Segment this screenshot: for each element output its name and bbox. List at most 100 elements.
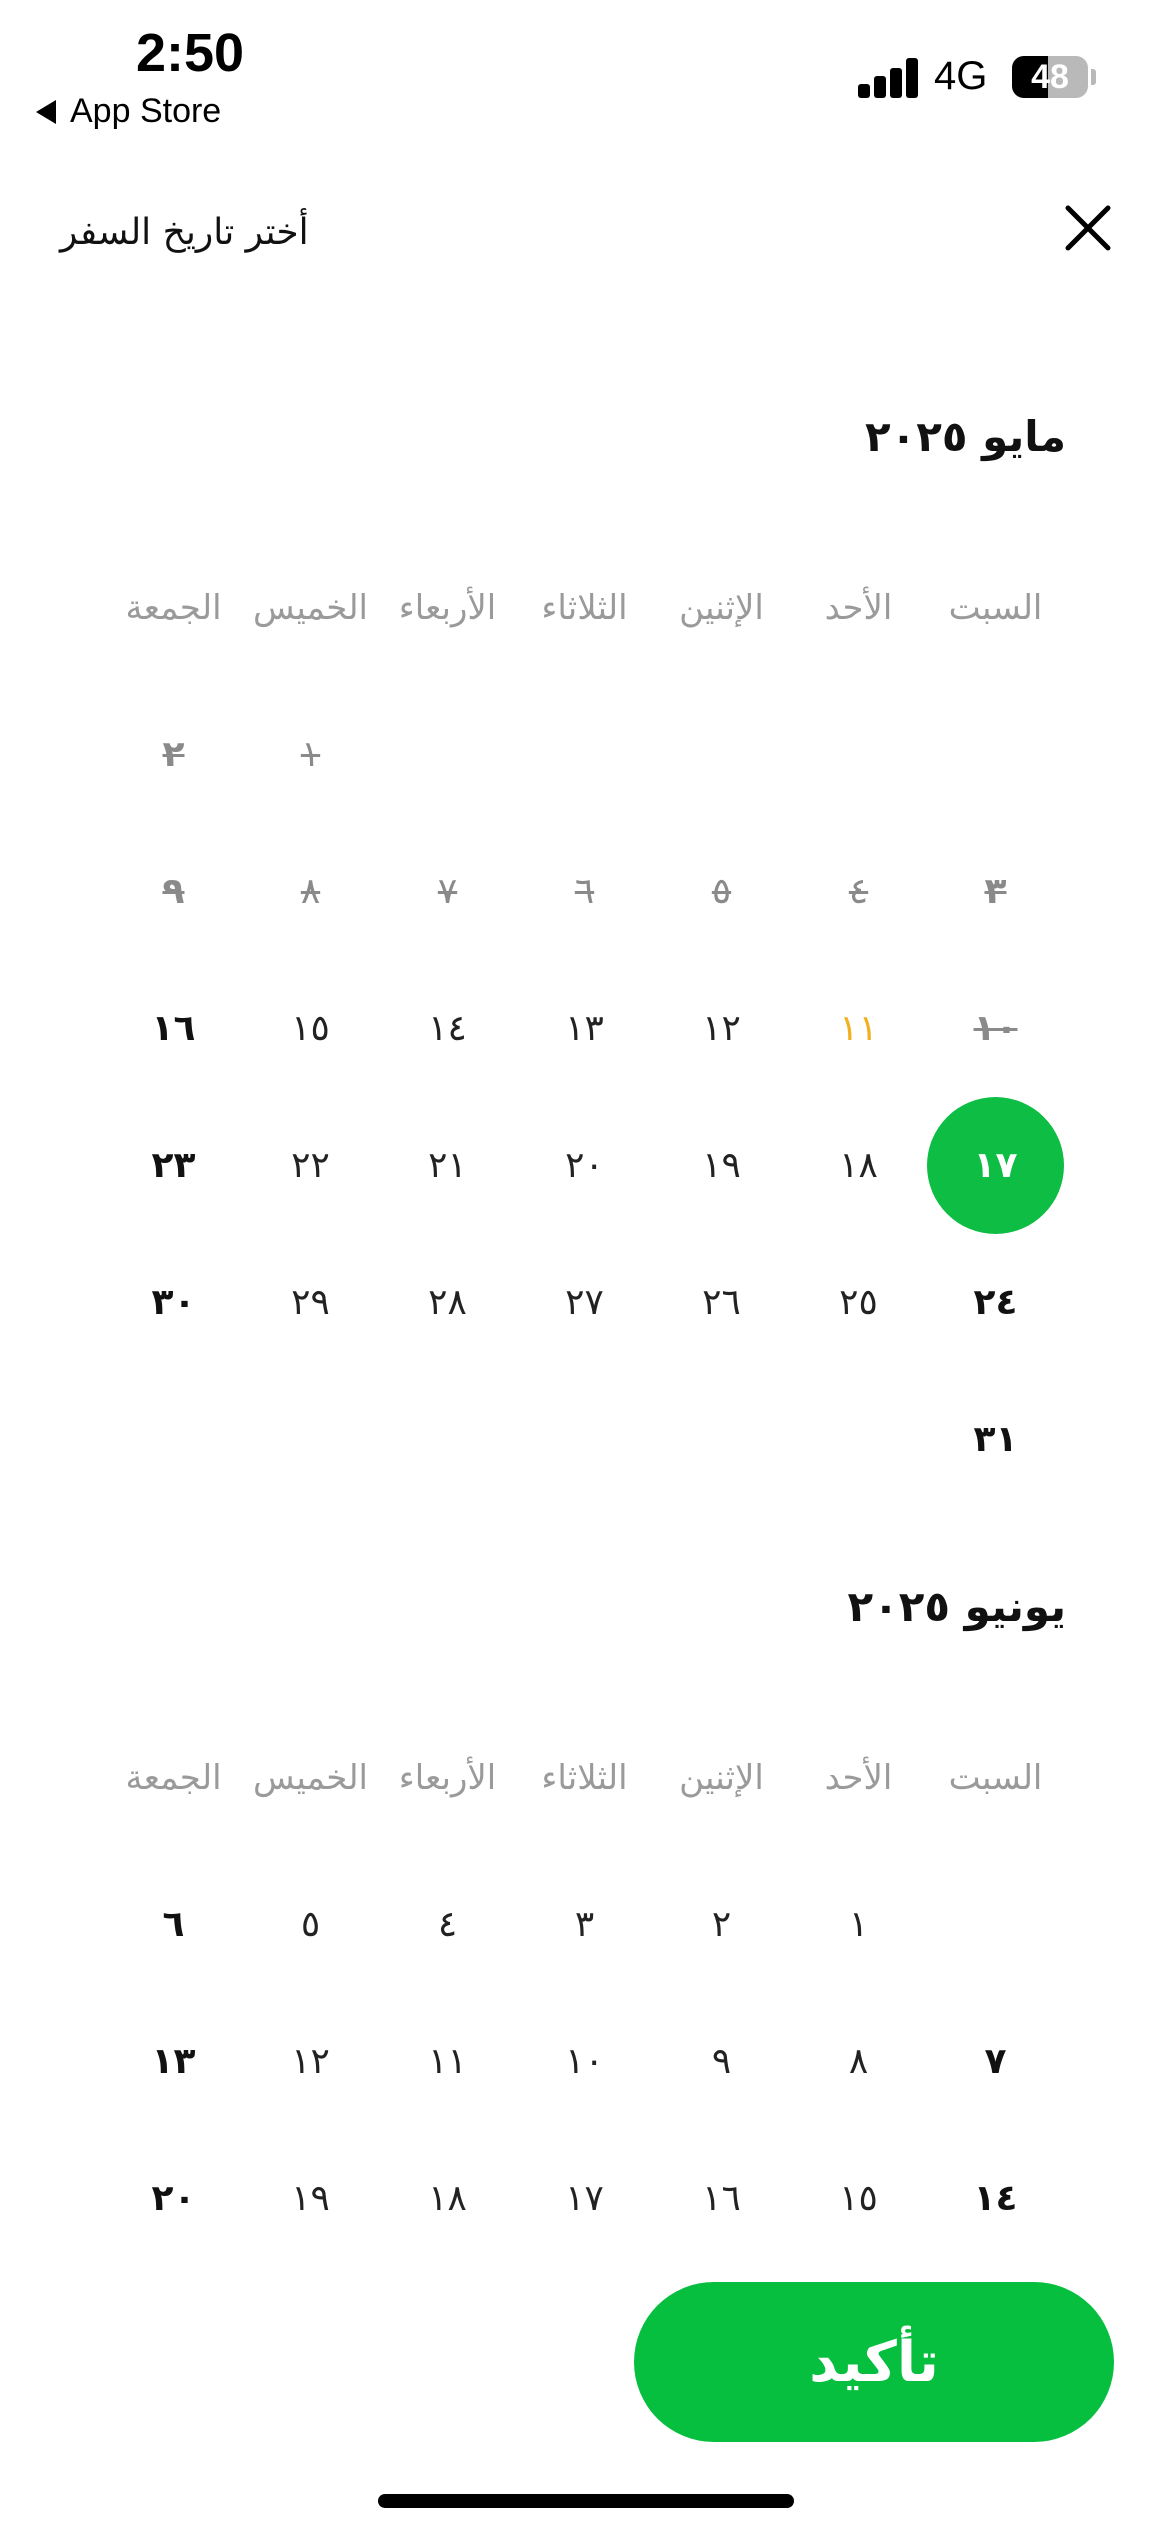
weekday-label: الأربعاء — [398, 588, 497, 628]
week-row: ١٠ ١١ ١٢ ١٣ ١٤ ١٥ ١٦ — [104, 960, 1064, 1097]
day-cell-empty — [927, 1856, 1064, 1993]
weekday-label: الإثنين — [679, 588, 764, 628]
day-cell[interactable]: ٢٤ — [927, 1234, 1064, 1371]
status-time: 2:50 — [136, 23, 245, 83]
day-cell[interactable]: ٣ — [516, 1856, 653, 1993]
page-title: أختر تاريخ السفر — [60, 212, 309, 253]
day-cell-selected[interactable]: ١٧ — [927, 1097, 1064, 1234]
day-cell[interactable]: ٢٠ — [516, 1097, 653, 1234]
back-to-app-store-link[interactable]: App Store — [36, 92, 221, 131]
month-title: يونيو ٢٠٢٥ — [847, 1582, 1066, 1631]
home-indicator — [378, 2494, 794, 2508]
day-cell[interactable]: ٢١ — [379, 1097, 516, 1234]
day-cell[interactable]: ٢٠ — [105, 2130, 242, 2226]
back-triangle-icon — [36, 99, 56, 124]
day-cell[interactable]: ٨ — [790, 1993, 927, 2130]
day-cell[interactable]: ١٠ — [516, 1993, 653, 2130]
weekday-label: الثلاثاء — [541, 588, 628, 628]
day-cell-empty — [105, 1371, 242, 1508]
day-cell-empty — [653, 686, 790, 823]
battery-nub — [1091, 69, 1096, 85]
signal-icon — [858, 58, 920, 98]
day-cell[interactable]: ١٢ — [242, 1993, 379, 2130]
week-row: ١٢ — [104, 686, 1064, 823]
day-cell: ١ — [300, 734, 321, 775]
day-cell[interactable]: ٢٣ — [105, 1097, 242, 1234]
day-cell[interactable]: ١٦ — [105, 960, 242, 1097]
calendar-scroll[interactable]: مايو ٢٠٢٥ السبت الأحد الإثنين الثلاثاء الأربع… — [0, 320, 1170, 2226]
day-cell: ٧ — [437, 871, 458, 912]
day-grid: ١ ٢ ٣ ٤ ٥ ٦ ٧ ٨ ٩ ١٠ ١١ ١٢ ١٣ ١٤ ١٥ ١٦ ١٧ ١٨ ١٩ ٢٠ ٢١ ٢٢ ٢٣ ٢٤ ٢… — [104, 686, 1064, 1508]
day-cell: ٩ — [162, 871, 185, 912]
day-cell-empty — [379, 686, 516, 823]
day-cell[interactable]: ١٣ — [105, 1993, 242, 2130]
close-button[interactable] — [1056, 196, 1120, 260]
day-cell[interactable]: ١٥ — [790, 2130, 927, 2226]
day-cell[interactable]: ١٤ — [379, 960, 516, 1097]
day-cell[interactable]: ١١ — [379, 1993, 516, 2130]
day-cell-empty — [653, 1371, 790, 1508]
weekday-label: الأحد — [824, 588, 893, 628]
day-cell[interactable]: ١٩ — [653, 1097, 790, 1234]
week-row: ١٧ ١٨ ١٩ ٢٠ ٢١ ٢٢ ٢٣ — [104, 1097, 1064, 1234]
day-cell[interactable]: ٤ — [379, 1856, 516, 1993]
confirm-button[interactable]: تأكيد — [634, 2282, 1114, 2442]
day-cell[interactable]: ١٥ — [242, 960, 379, 1097]
day-cell: ١٠ — [973, 1008, 1018, 1049]
day-cell[interactable]: ٢٢ — [242, 1097, 379, 1234]
weekday-header: السبت الأحد الإثنين الثلاثاء الأربعاء الخميس ا… — [104, 588, 1064, 648]
week-row: ٣١ — [104, 1371, 1064, 1508]
day-cell-empty — [516, 686, 653, 823]
day-cell[interactable]: ٧ — [927, 1993, 1064, 2130]
day-cell[interactable]: ١ — [790, 1856, 927, 1993]
day-cell: ٨ — [300, 871, 321, 912]
close-icon — [1065, 205, 1111, 251]
weekday-label: السبت — [948, 588, 1043, 628]
day-cell[interactable]: ١٦ — [653, 2130, 790, 2226]
day-cell[interactable]: ١٣ — [516, 960, 653, 1097]
date-picker-screen: 2:50 App Store 4G 48 أختر تاريخ السفر ما… — [0, 0, 1170, 2532]
back-label: App Store — [70, 92, 222, 130]
weekday-label: السبت — [948, 1758, 1043, 1798]
day-cell[interactable]: ١٤ — [927, 2130, 1064, 2226]
day-cell[interactable]: ١٨ — [379, 2130, 516, 2226]
day-cell[interactable]: ١١ — [790, 960, 927, 1097]
day-cell[interactable]: ١٧ — [516, 2130, 653, 2226]
day-cell[interactable]: ٢٨ — [379, 1234, 516, 1371]
day-cell: ٥ — [711, 871, 732, 912]
calendar-month: يونيو ٢٠٢٥ السبت الأحد الإثنين الثلاثاء الأرب… — [0, 1582, 1170, 2226]
weekday-label: الجمعة — [125, 1758, 222, 1798]
day-cell[interactable]: ٩ — [653, 1993, 790, 2130]
weekday-label: الأربعاء — [398, 1758, 497, 1798]
month-title: مايو ٢٠٢٥ — [864, 412, 1066, 461]
day-cell[interactable]: ٢٦ — [653, 1234, 790, 1371]
weekday-label: الخميس — [252, 1758, 368, 1798]
weekday-header: السبت الأحد الإثنين الثلاثاء الأربعاء الخميس ا… — [104, 1758, 1064, 1818]
day-cell[interactable]: ٢٧ — [516, 1234, 653, 1371]
day-cell[interactable]: ١٢ — [653, 960, 790, 1097]
day-cell[interactable]: ٣١ — [927, 1371, 1064, 1508]
day-cell[interactable]: ١٨ — [790, 1097, 927, 1234]
weekday-label: الخميس — [252, 588, 368, 628]
day-cell-empty — [242, 1371, 379, 1508]
day-cell[interactable]: ٣٠ — [105, 1234, 242, 1371]
week-row: ١٤ ١٥ ١٦ ١٧ ١٨ ١٩ ٢٠ — [104, 2130, 1064, 2226]
day-cell[interactable]: ٦ — [105, 1856, 242, 1993]
weekday-label: الأحد — [824, 1758, 893, 1798]
day-grid: ١ ٢ ٣ ٤ ٥ ٦ ٧ ٨ ٩ ١٠ ١١ ١٢ ١٣ ١٤ ١٥ ١٦ ١٧ ١٨ ١٩ ٢٠ — [104, 1856, 1064, 2226]
day-cell-empty — [379, 1371, 516, 1508]
week-row: ٣ ٤ ٥ ٦ ٧ ٨ ٩ — [104, 823, 1064, 960]
day-cell[interactable]: ٢٥ — [790, 1234, 927, 1371]
day-cell: ٦ — [574, 871, 595, 912]
day-cell[interactable]: ٥ — [242, 1856, 379, 1993]
week-row: ١٢٣٤٥٦ — [104, 1856, 1064, 1993]
weekday-label: الإثنين — [679, 1758, 764, 1798]
day-cell[interactable]: ١٩ — [242, 2130, 379, 2226]
day-cell[interactable]: ٢ — [653, 1856, 790, 1993]
day-cell-empty — [927, 686, 1064, 823]
day-cell: ٣ — [984, 871, 1007, 912]
day-cell[interactable]: ٢٩ — [242, 1234, 379, 1371]
day-cell-empty — [516, 1371, 653, 1508]
weekday-label: الثلاثاء — [541, 1758, 628, 1798]
network-type: 4G — [934, 54, 988, 98]
